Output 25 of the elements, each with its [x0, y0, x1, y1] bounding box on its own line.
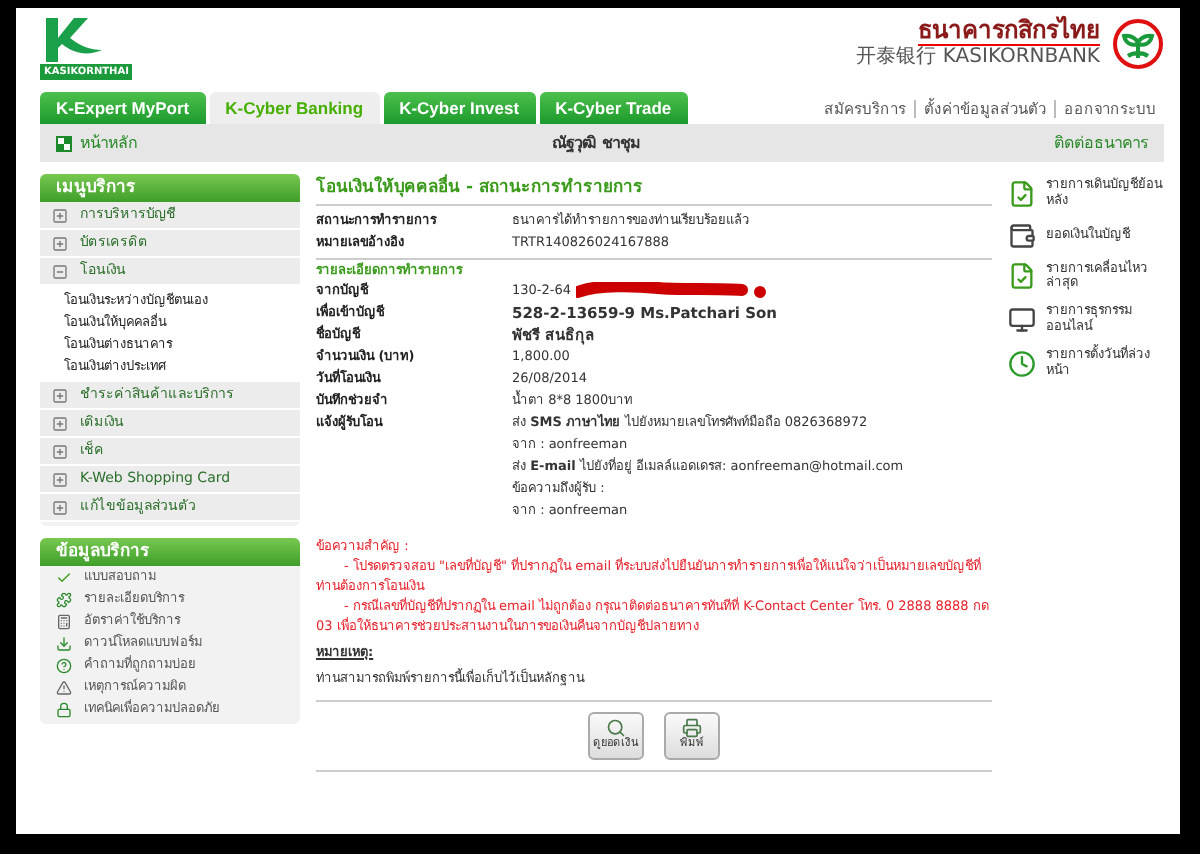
bank-emblem-icon — [1112, 17, 1164, 70]
lock-icon — [56, 701, 72, 718]
document-check-icon — [1008, 262, 1036, 291]
check-icon — [56, 569, 72, 586]
download-icon — [56, 635, 72, 652]
panel-title: เมนูบริการ — [40, 174, 300, 203]
home-icon — [56, 135, 72, 151]
clock-icon — [1008, 349, 1036, 378]
calculator-icon — [56, 613, 72, 630]
home-link[interactable]: หน้าหลัก — [56, 133, 138, 153]
warning-icon — [56, 679, 72, 696]
search-icon — [606, 718, 626, 739]
monitor-icon — [1008, 305, 1036, 334]
bank-name: ธนาคารกสิกรไทย — [918, 16, 1100, 47]
panel-title: ข้อมูลบริการ — [40, 538, 300, 567]
document-check-icon — [1008, 179, 1036, 208]
contact-link[interactable]: ติดต่อธนาคาร — [1053, 133, 1148, 153]
k-logo-icon — [40, 16, 104, 64]
page-title: โอนเงินให้บุคคลอื่น - สถานะการทำรายการ — [316, 174, 992, 207]
user-name: ณัฐวุฒิ ชาชุม — [552, 133, 640, 153]
printer-icon — [682, 718, 702, 739]
puzzle-icon — [56, 591, 72, 608]
wallet-icon — [1008, 221, 1036, 250]
help-icon — [56, 657, 72, 674]
bank-subtitle: 开泰银行 KASIKORNBANK — [856, 46, 1100, 71]
